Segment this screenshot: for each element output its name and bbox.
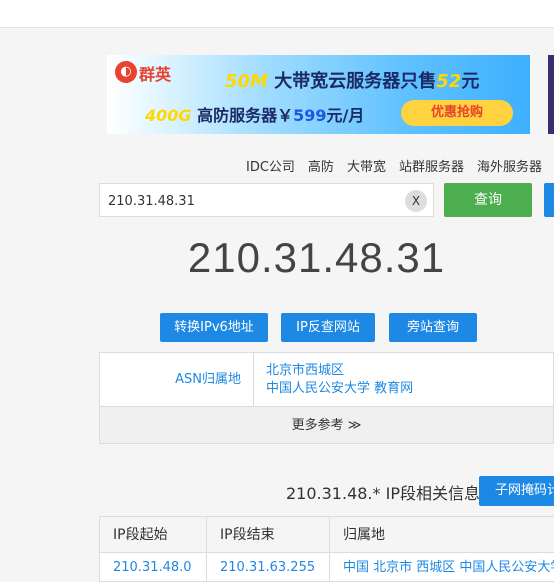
banner-ddos: 400G <box>145 106 192 125</box>
category-nav: IDC公司 高防 大带宽 站群服务器 海外服务器 城 <box>246 156 554 175</box>
banner-headline-unit: 元 <box>461 71 480 92</box>
more-reference-button[interactable]: 更多参考 ≫ <box>100 406 553 443</box>
query-button[interactable]: 查询 <box>444 183 532 217</box>
nav-item-bandwidth[interactable]: 大带宽 <box>347 156 386 175</box>
asn-value: 北京市西城区 中国人民公安大学 教育网 <box>266 362 413 398</box>
brand-name: 群英 <box>139 65 172 84</box>
banner-subline-unit: 元/月 <box>326 106 365 125</box>
range-title: 210.31.48.* IP段相关信息 <box>286 484 480 503</box>
banner-headline: 50M 大带宽云服务器只售52元 <box>225 67 479 93</box>
range-start-link[interactable]: 210.31.48.0 <box>100 553 207 581</box>
banner-subline-price: 599 <box>293 106 327 125</box>
brand-logo-icon: ◐ <box>115 61 137 83</box>
table-header: IP段起始 IP段结束 归属地 <box>100 517 554 553</box>
side-banner-edge[interactable] <box>548 55 554 134</box>
nav-item-cluster[interactable]: 站群服务器 <box>399 156 464 175</box>
ip-search-input[interactable] <box>108 191 398 211</box>
nav-item-idc[interactable]: IDC公司 <box>246 156 295 175</box>
header-range-end: IP段结束 <box>207 517 330 552</box>
subnet-mask-button[interactable]: 子网掩码计算 <box>479 476 554 506</box>
range-location-link[interactable]: 中国 北京市 西城区 中国人民公安大学 <box>330 553 554 581</box>
ad-banner[interactable]: ◐ 群英 50M 大带宽云服务器只售52元 400G 高防服务器￥599元/月 … <box>107 55 530 134</box>
banner-subline: 400G 高防服务器￥599元/月 <box>145 102 364 126</box>
search-box: X <box>99 183 434 217</box>
nav-item-ddos[interactable]: 高防 <box>308 156 334 175</box>
range-table: IP段起始 IP段结束 归属地 210.31.48.0 210.31.63.25… <box>99 516 554 582</box>
header-range-start: IP段起始 <box>100 517 207 552</box>
banner-bandwidth: 50M <box>225 71 268 92</box>
convert-ipv6-button[interactable]: 转换IPv6地址 <box>160 313 268 342</box>
offscreen-button[interactable] <box>544 183 554 217</box>
side-site-button[interactable]: 旁站查询 <box>389 313 477 342</box>
clear-icon[interactable]: X <box>405 190 427 212</box>
banner-headline-text: 大带宽云服务器只售 <box>267 71 437 92</box>
promo-button[interactable]: 优惠抢购 <box>401 100 513 126</box>
banner-headline-price: 52 <box>436 71 462 92</box>
reverse-lookup-button[interactable]: IP反查网站 <box>281 313 375 342</box>
banner-subline-text: 高防服务器￥ <box>191 106 294 125</box>
nav-item-overseas[interactable]: 海外服务器 <box>477 156 542 175</box>
range-end-link[interactable]: 210.31.63.255 <box>207 553 330 581</box>
header-location: 归属地 <box>343 527 385 543</box>
asn-location-link[interactable]: 北京市西城区 <box>266 362 413 380</box>
table-row: 210.31.48.0 210.31.63.255 中国 北京市 西城区 中国人… <box>100 553 554 581</box>
asn-label[interactable]: ASN归属地 <box>100 353 254 406</box>
result-ip: 210.31.48.31 <box>187 234 446 281</box>
asn-table: ASN归属地 北京市西城区 中国人民公安大学 教育网 更多参考 ≫ <box>99 352 554 444</box>
top-bar <box>0 0 554 28</box>
asn-org-link[interactable]: 中国人民公安大学 教育网 <box>266 380 413 398</box>
